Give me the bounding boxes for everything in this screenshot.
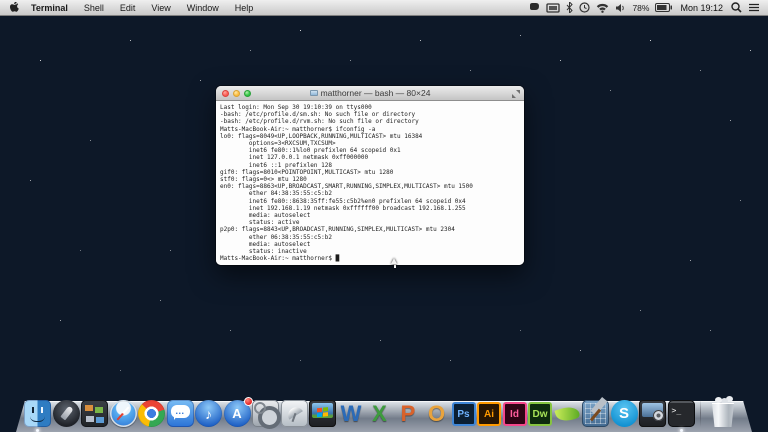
app-menu-extra-icon[interactable] xyxy=(528,2,540,13)
volume-icon[interactable] xyxy=(615,3,626,13)
dock-indesign-icon[interactable]: Id xyxy=(503,402,527,426)
dock-coda-icon[interactable] xyxy=(554,400,581,427)
clock-icon[interactable] xyxy=(579,2,590,13)
dock-airport-utility-icon[interactable] xyxy=(281,400,308,427)
menu-help[interactable]: Help xyxy=(227,3,262,13)
dock-chrome-icon[interactable] xyxy=(138,400,165,427)
proxy-folder-icon[interactable] xyxy=(310,90,318,96)
dock: ... ♪ A W X P O Ps Ai Id Dw S >_ xyxy=(24,396,740,427)
minimize-button[interactable] xyxy=(233,90,240,97)
terminal-titlebar[interactable]: matthorner — bash — 80×24 xyxy=(216,86,524,101)
dock-messages-icon[interactable]: ... xyxy=(167,400,194,427)
spotlight-icon[interactable] xyxy=(731,2,742,13)
displays-icon[interactable] xyxy=(546,3,560,13)
terminal-output: Last login: Mon Sep 30 19:10:39 on ttys0… xyxy=(220,104,520,262)
dock-divider xyxy=(700,399,701,427)
dock-screen-recorder-icon[interactable] xyxy=(639,400,666,427)
dock-mission-control-icon[interactable] xyxy=(81,400,108,427)
dock-safari-icon[interactable] xyxy=(110,400,137,427)
apple-logo-icon xyxy=(9,2,19,14)
dock-outlook-icon[interactable]: O xyxy=(423,400,450,427)
apple-menu[interactable] xyxy=(9,2,19,14)
dock-xcode-icon[interactable] xyxy=(582,400,609,427)
dock-finder-icon[interactable] xyxy=(24,400,51,427)
menu-shell[interactable]: Shell xyxy=(76,3,112,13)
dock-itunes-icon[interactable]: ♪ xyxy=(195,400,222,427)
dock-dreamweaver-icon[interactable]: Dw xyxy=(528,402,552,426)
zoom-button[interactable] xyxy=(244,90,251,97)
wifi-icon[interactable] xyxy=(596,3,609,13)
dock-trash-icon[interactable] xyxy=(707,396,740,427)
dock-photoshop-icon[interactable]: Ps xyxy=(452,402,476,426)
menu-bar-clock[interactable]: Mon 19:12 xyxy=(678,3,725,13)
terminal-window: matthorner — bash — 80×24 Last login: Mo… xyxy=(216,86,524,265)
menu-terminal[interactable]: Terminal xyxy=(29,3,76,13)
window-title: matthorner — bash — 80×24 xyxy=(310,88,431,98)
battery-icon[interactable] xyxy=(655,3,672,12)
windows-flag-icon xyxy=(317,408,322,413)
dock-word-icon[interactable]: W xyxy=(338,400,365,427)
bluetooth-icon[interactable] xyxy=(566,2,573,13)
dock-system-preferences-icon[interactable] xyxy=(252,400,279,427)
dock-illustrator-icon[interactable]: Ai xyxy=(477,402,501,426)
notification-center-icon[interactable] xyxy=(748,3,760,12)
dock-app-store-icon[interactable]: A xyxy=(224,400,251,427)
dock-launchpad-icon[interactable] xyxy=(53,400,80,427)
close-button[interactable] xyxy=(222,90,229,97)
dock-terminal-icon[interactable]: >_ xyxy=(668,400,695,427)
menu-bar: Terminal Shell Edit View Window Help 78% xyxy=(0,0,768,16)
dock-windows-vm-icon[interactable] xyxy=(309,400,336,427)
dock-excel-icon[interactable]: X xyxy=(366,400,393,427)
menu-view[interactable]: View xyxy=(143,3,178,13)
fullscreen-button[interactable] xyxy=(512,90,520,98)
dock-skype-icon[interactable]: S xyxy=(611,400,638,427)
battery-percentage: 78% xyxy=(632,3,649,13)
dock-powerpoint-icon[interactable]: P xyxy=(395,400,422,427)
mouse-cursor xyxy=(391,258,398,268)
menu-edit[interactable]: Edit xyxy=(112,3,144,13)
menu-window[interactable]: Window xyxy=(179,3,227,13)
terminal-content[interactable]: Last login: Mon Sep 30 19:10:39 on ttys0… xyxy=(216,101,524,265)
